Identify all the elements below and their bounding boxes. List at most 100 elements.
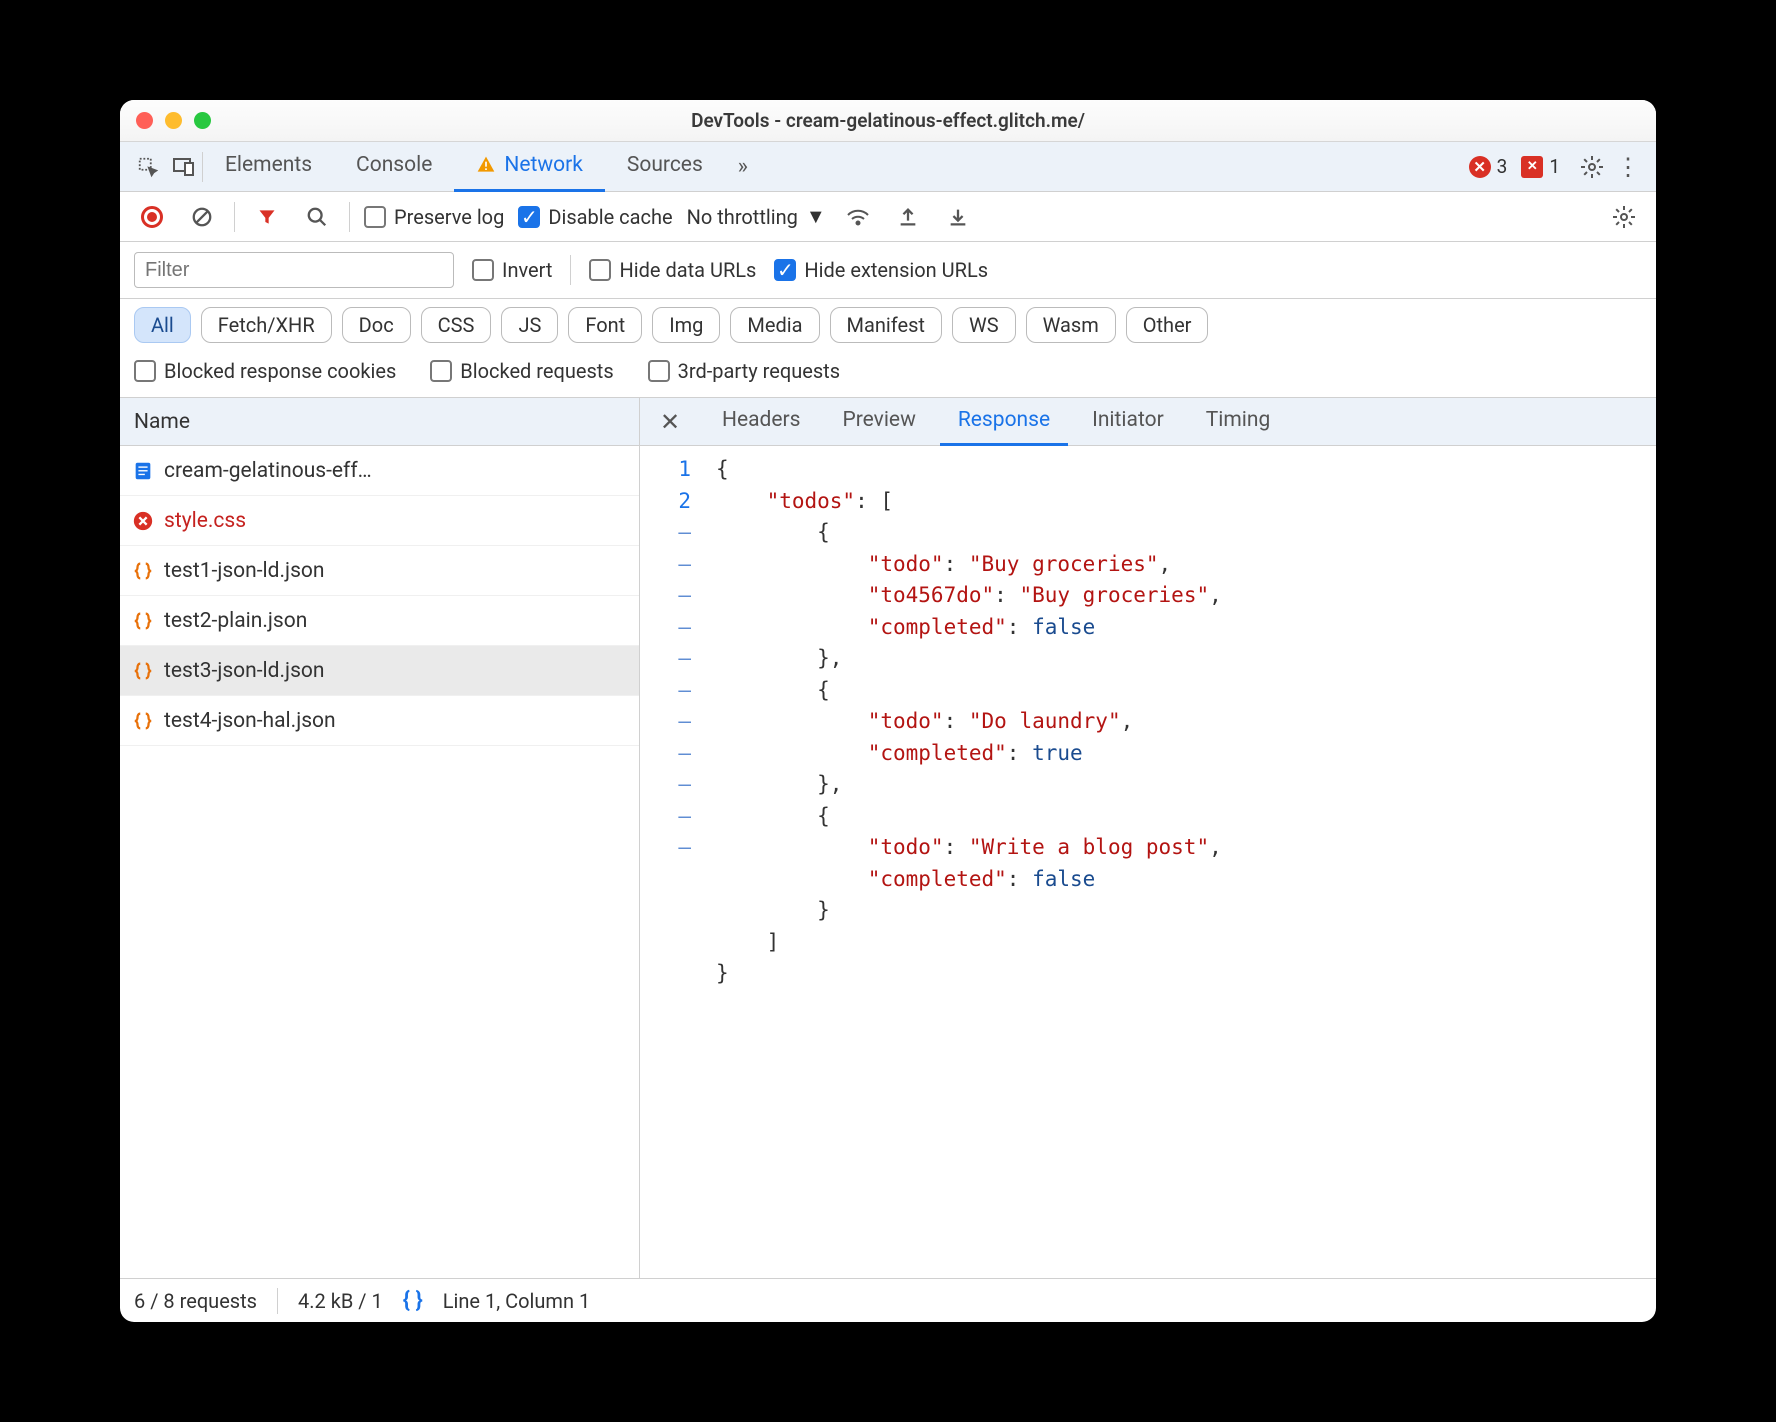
- filter-chip-font[interactable]: Font: [568, 307, 642, 343]
- request-row[interactable]: test2-plain.json: [120, 596, 639, 646]
- status-cursor: Line 1, Column 1: [443, 1289, 590, 1313]
- tab-timing[interactable]: Timing: [1188, 398, 1289, 446]
- filter-icon[interactable]: [249, 199, 285, 235]
- invert-checkbox[interactable]: Invert: [472, 258, 552, 282]
- clear-icon[interactable]: [184, 199, 220, 235]
- issue-badge[interactable]: ✕ 1: [1521, 155, 1560, 178]
- filter-chip-media[interactable]: Media: [730, 307, 819, 343]
- network-conditions-icon[interactable]: [840, 199, 876, 235]
- status-requests: 6 / 8 requests: [134, 1289, 257, 1313]
- blocked-cookies-checkbox[interactable]: Blocked response cookies: [134, 359, 396, 383]
- filter-bar: Invert Hide data URLs ✓Hide extension UR…: [120, 242, 1656, 299]
- throttling-select[interactable]: No throttling ▼: [687, 204, 826, 229]
- status-transfer: 4.2 kB / 1: [298, 1289, 383, 1313]
- gear-icon[interactable]: [1574, 149, 1610, 185]
- tab-response[interactable]: Response: [940, 398, 1068, 446]
- request-name: test4-json-hal.json: [164, 709, 336, 733]
- blocked-requests-checkbox[interactable]: Blocked requests: [430, 359, 613, 383]
- tab-console[interactable]: Console: [334, 142, 454, 192]
- network-toolbar: Preserve log ✓Disable cache No throttlin…: [120, 192, 1656, 242]
- titlebar: DevTools - cream-gelatinous-effect.glitc…: [120, 100, 1656, 142]
- invert-label: Invert: [502, 258, 552, 282]
- detail-panel: ✕ Headers Preview Response Initiator Tim…: [640, 398, 1656, 1278]
- request-row[interactable]: test1-json-ld.json: [120, 546, 639, 596]
- inspect-icon[interactable]: [130, 149, 166, 185]
- kebab-icon[interactable]: ⋮: [1610, 149, 1646, 185]
- status-bar: 6 / 8 requests 4.2 kB / 1 { } Line 1, Co…: [120, 1278, 1656, 1322]
- request-row[interactable]: style.css: [120, 496, 639, 546]
- request-name: test3-json-ld.json: [164, 659, 324, 683]
- filter-chip-js[interactable]: JS: [501, 307, 558, 343]
- issue-icon: ✕: [1521, 156, 1543, 178]
- main-tab-bar: Elements Console Network Sources » ✕ 3 ✕…: [120, 142, 1656, 192]
- request-row[interactable]: test4-json-hal.json: [120, 696, 639, 746]
- file-type-icon: [132, 460, 154, 482]
- pretty-print-icon[interactable]: { }: [403, 1288, 423, 1313]
- request-name: test1-json-ld.json: [164, 559, 324, 583]
- divider: [349, 202, 350, 232]
- error-count: 3: [1497, 155, 1508, 178]
- chevron-down-icon: ▼: [806, 204, 826, 229]
- request-name: style.css: [164, 509, 246, 533]
- error-badge[interactable]: ✕ 3: [1469, 155, 1508, 178]
- name-column-header[interactable]: Name: [120, 398, 639, 446]
- file-type-icon: [132, 560, 154, 582]
- filter-chip-fetchxhr[interactable]: Fetch/XHR: [201, 307, 332, 343]
- file-type-icon: [132, 710, 154, 732]
- request-row[interactable]: cream-gelatinous-eff…: [120, 446, 639, 496]
- tab-preview[interactable]: Preview: [824, 398, 933, 446]
- upload-icon[interactable]: [890, 199, 926, 235]
- filter-chip-img[interactable]: Img: [652, 307, 720, 343]
- filter-chip-wasm[interactable]: Wasm: [1026, 307, 1116, 343]
- request-name: test2-plain.json: [164, 609, 307, 633]
- divider: [234, 202, 235, 232]
- record-button[interactable]: [134, 199, 170, 235]
- filter-chip-doc[interactable]: Doc: [342, 307, 411, 343]
- more-tabs-icon[interactable]: »: [725, 149, 761, 185]
- traffic-lights: [136, 112, 211, 129]
- tab-elements[interactable]: Elements: [203, 142, 334, 192]
- divider: [277, 1288, 278, 1314]
- hide-extension-urls-checkbox[interactable]: ✓Hide extension URLs: [774, 258, 988, 282]
- filter-chip-ws[interactable]: WS: [952, 307, 1016, 343]
- filter-chip-css[interactable]: CSS: [421, 307, 492, 343]
- device-toolbar-icon[interactable]: [166, 149, 202, 185]
- filter-chip-all[interactable]: All: [134, 307, 191, 343]
- panel-gear-icon[interactable]: [1606, 199, 1642, 235]
- file-type-icon: [132, 510, 154, 532]
- disable-cache-checkbox[interactable]: ✓Disable cache: [518, 205, 672, 229]
- minimize-window-button[interactable]: [165, 112, 182, 129]
- filter-chip-other[interactable]: Other: [1126, 307, 1209, 343]
- issue-count: 1: [1549, 155, 1560, 178]
- extra-filters: Blocked response cookies Blocked request…: [120, 351, 1656, 398]
- blocked-requests-label: Blocked requests: [460, 359, 613, 383]
- tab-network[interactable]: Network: [454, 142, 605, 192]
- maximize-window-button[interactable]: [194, 112, 211, 129]
- warning-icon: [476, 155, 496, 175]
- filter-input[interactable]: [134, 252, 454, 288]
- content-area: Name cream-gelatinous-eff… style.css test1…: [120, 398, 1656, 1278]
- third-party-label: 3rd-party requests: [678, 359, 840, 383]
- file-type-icon: [132, 660, 154, 682]
- requests-sidebar: Name cream-gelatinous-eff… style.css test1…: [120, 398, 640, 1278]
- request-row[interactable]: test3-json-ld.json: [120, 646, 639, 696]
- divider: [570, 255, 571, 285]
- preserve-log-checkbox[interactable]: Preserve log: [364, 205, 504, 229]
- tab-sources[interactable]: Sources: [605, 142, 725, 192]
- response-body[interactable]: 12––––––––––– { "todos": [ { "todo": "Bu…: [640, 446, 1656, 1278]
- third-party-checkbox[interactable]: 3rd-party requests: [648, 359, 840, 383]
- tab-initiator[interactable]: Initiator: [1074, 398, 1182, 446]
- hide-data-urls-checkbox[interactable]: Hide data URLs: [589, 258, 756, 282]
- line-gutter: 12–––––––––––: [640, 446, 706, 1278]
- filter-chip-manifest[interactable]: Manifest: [830, 307, 942, 343]
- search-icon[interactable]: [299, 199, 335, 235]
- close-window-button[interactable]: [136, 112, 153, 129]
- disable-cache-label: Disable cache: [548, 205, 672, 229]
- throttling-value: No throttling: [687, 205, 798, 229]
- download-icon[interactable]: [940, 199, 976, 235]
- error-icon: ✕: [1469, 156, 1491, 178]
- close-detail-button[interactable]: ✕: [652, 404, 688, 440]
- tab-headers[interactable]: Headers: [704, 398, 818, 446]
- request-list: cream-gelatinous-eff… style.css test1-json…: [120, 446, 639, 1278]
- type-filter-bar: All Fetch/XHR Doc CSSJS Font Img Media Manifest…: [120, 299, 1656, 351]
